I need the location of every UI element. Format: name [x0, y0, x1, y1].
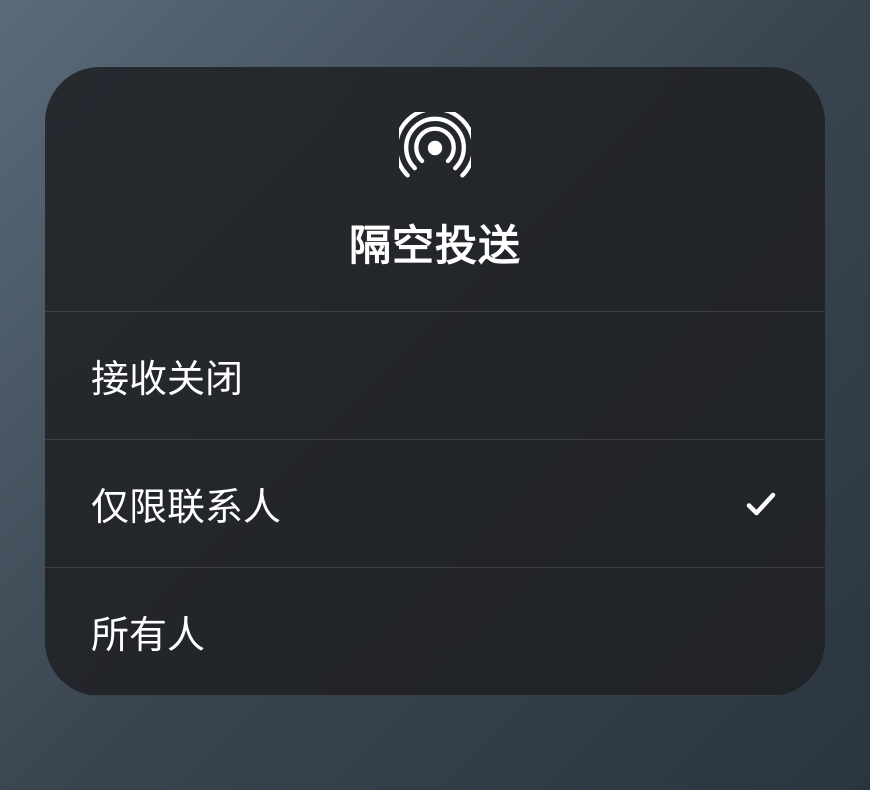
airdrop-settings-panel: 隔空投送 接收关闭 仅限联系人 所有人	[45, 67, 825, 696]
option-contacts-only[interactable]: 仅限联系人	[45, 440, 825, 568]
option-label: 所有人	[91, 604, 205, 659]
checkmark-icon	[743, 486, 779, 522]
panel-title: 隔空投送	[349, 212, 521, 273]
option-label: 仅限联系人	[91, 476, 281, 531]
option-everyone[interactable]: 所有人	[45, 568, 825, 696]
option-receiving-off[interactable]: 接收关闭	[45, 312, 825, 440]
panel-header: 隔空投送	[45, 67, 825, 312]
panel-options: 接收关闭 仅限联系人 所有人	[45, 312, 825, 696]
option-label: 接收关闭	[91, 348, 243, 403]
airdrop-icon	[399, 112, 471, 184]
